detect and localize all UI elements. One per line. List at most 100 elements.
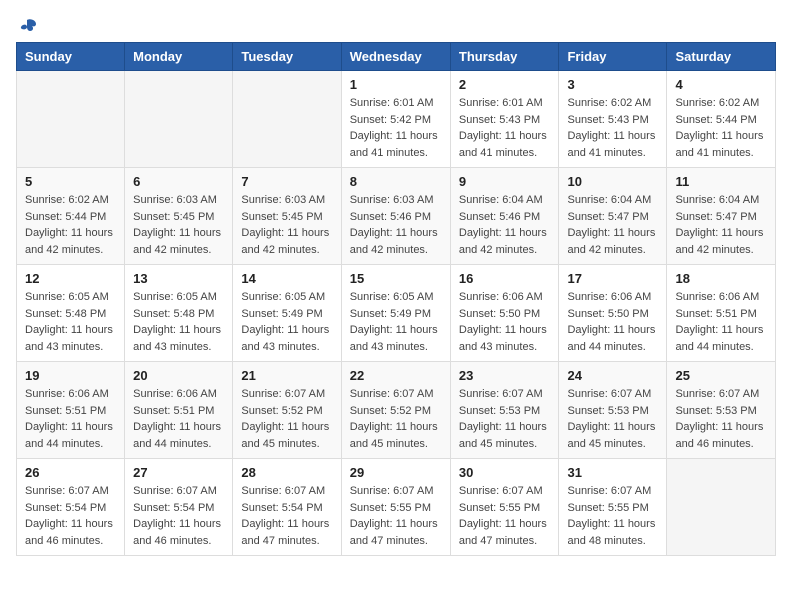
calendar-cell: 30 Sunrise: 6:07 AMSunset: 5:55 PMDayligh… [450, 459, 559, 556]
calendar-cell: 17 Sunrise: 6:06 AMSunset: 5:50 PMDayligh… [559, 265, 667, 362]
day-info-line: Sunrise: 6:07 AM [25, 483, 116, 500]
day-number: 18 [675, 271, 767, 286]
day-info-line: Sunset: 5:47 PM [567, 209, 658, 226]
day-info-line: Sunset: 5:52 PM [350, 403, 442, 420]
day-info-line: Sunrise: 6:03 AM [133, 192, 224, 209]
calendar-day-header: Friday [559, 43, 667, 71]
calendar-cell: 19Sunrise: 6:06 AMSunset: 5:51 PMDayligh… [17, 362, 125, 459]
calendar-cell: 24Sunrise: 6:07 AMSunset: 5:53 PMDayligh… [559, 362, 667, 459]
day-info: Sunrise: 6:07 AMSunset: 5:54 PMDaylight:… [133, 483, 224, 549]
day-info: Sunrise: 6:07 AMSunset: 5:53 PMDaylight:… [459, 386, 551, 452]
calendar-cell: 8Sunrise: 6:03 AMSunset: 5:46 PMDaylight… [341, 168, 450, 265]
calendar-cell [17, 71, 125, 168]
day-info-line: Sunset: 5:43 PM [567, 112, 658, 129]
day-info-line: Sunset: 5:46 PM [459, 209, 551, 226]
day-info: Sunrise: 6:07 AMSunset: 5:53 PMDaylight:… [567, 386, 658, 452]
calendar-cell: 21 Sunrise: 6:07 AMSunset: 5:52 PMDayligh… [233, 362, 341, 459]
calendar-cell: 29Sunrise: 6:07 AMSunset: 5:55 PMDayligh… [341, 459, 450, 556]
day-info-line: Sunset: 5:54 PM [241, 500, 332, 517]
calendar-day-header: Tuesday [233, 43, 341, 71]
day-info-line: Sunrise: 6:07 AM [241, 386, 332, 403]
day-info: Sunrise: 6:07 AMSunset: 5:55 PMDaylight:… [459, 483, 551, 549]
calendar-cell: 23Sunrise: 6:07 AMSunset: 5:53 PMDayligh… [450, 362, 559, 459]
calendar-cell: 11 Sunrise: 6:04 AMSunset: 5:47 PMDayligh… [667, 168, 776, 265]
day-info: Sunrise: 6:05 AMSunset: 5:49 PMDaylight:… [350, 289, 442, 355]
day-number: 25 [675, 368, 767, 383]
calendar-cell [233, 71, 341, 168]
day-info-line: Sunrise: 6:05 AM [25, 289, 116, 306]
day-info-line: Sunset: 5:46 PM [350, 209, 442, 226]
day-info-line: Sunset: 5:55 PM [350, 500, 442, 517]
calendar-cell: 13 Sunrise: 6:05 AMSunset: 5:48 PMDayligh… [125, 265, 233, 362]
day-info: Sunrise: 6:07 AMSunset: 5:53 PMDaylight:… [675, 386, 767, 452]
calendar-cell: 10Sunrise: 6:04 AMSunset: 5:47 PMDayligh… [559, 168, 667, 265]
day-info-line: Sunset: 5:51 PM [25, 403, 116, 420]
day-info-line: Sunrise: 6:07 AM [241, 483, 332, 500]
day-info-line: Sunrise: 6:05 AM [133, 289, 224, 306]
day-info-line: Sunrise: 6:07 AM [133, 483, 224, 500]
day-info-line: Daylight: 11 hours and 47 minutes. [241, 516, 332, 549]
day-info-line: Sunrise: 6:02 AM [675, 95, 767, 112]
day-info-line: Sunset: 5:54 PM [25, 500, 116, 517]
day-info: Sunrise: 6:07 AMSunset: 5:55 PMDaylight:… [567, 483, 658, 549]
day-number: 4 [675, 77, 767, 92]
day-number: 21 [241, 368, 332, 383]
day-info-line: Daylight: 11 hours and 45 minutes. [350, 419, 442, 452]
day-info: Sunrise: 6:07 AMSunset: 5:52 PMDaylight:… [241, 386, 332, 452]
day-info-line: Sunset: 5:53 PM [567, 403, 658, 420]
day-info-line: Sunset: 5:51 PM [675, 306, 767, 323]
day-number: 7 [241, 174, 332, 189]
day-info: Sunrise: 6:06 AMSunset: 5:50 PMDaylight:… [567, 289, 658, 355]
page-header [16, 16, 776, 34]
day-info: Sunrise: 6:03 AMSunset: 5:45 PMDaylight:… [133, 192, 224, 258]
day-info-line: Sunset: 5:55 PM [567, 500, 658, 517]
day-info-line: Daylight: 11 hours and 43 minutes. [133, 322, 224, 355]
calendar-cell: 7Sunrise: 6:03 AMSunset: 5:45 PMDaylight… [233, 168, 341, 265]
calendar-cell: 31Sunrise: 6:07 AMSunset: 5:55 PMDayligh… [559, 459, 667, 556]
day-info-line: Daylight: 11 hours and 47 minutes. [459, 516, 551, 549]
day-number: 30 [459, 465, 551, 480]
day-number: 12 [25, 271, 116, 286]
calendar-cell: 28Sunrise: 6:07 AMSunset: 5:54 PMDayligh… [233, 459, 341, 556]
day-info-line: Sunrise: 6:07 AM [567, 386, 658, 403]
day-info: Sunrise: 6:01 AMSunset: 5:42 PMDaylight:… [350, 95, 442, 161]
day-info: Sunrise: 6:04 AMSunset: 5:46 PMDaylight:… [459, 192, 551, 258]
calendar-day-header: Monday [125, 43, 233, 71]
day-info-line: Daylight: 11 hours and 46 minutes. [25, 516, 116, 549]
day-info-line: Daylight: 11 hours and 47 minutes. [350, 516, 442, 549]
day-info-line: Sunset: 5:44 PM [675, 112, 767, 129]
calendar-cell [667, 459, 776, 556]
day-info-line: Sunrise: 6:01 AM [459, 95, 551, 112]
calendar-cell: 26Sunrise: 6:07 AMSunset: 5:54 PMDayligh… [17, 459, 125, 556]
calendar-cell: 16Sunrise: 6:06 AMSunset: 5:50 PMDayligh… [450, 265, 559, 362]
day-info: Sunrise: 6:06 AMSunset: 5:51 PMDaylight:… [25, 386, 116, 452]
day-number: 13 [133, 271, 224, 286]
day-info: Sunrise: 6:07 AMSunset: 5:54 PMDaylight:… [25, 483, 116, 549]
calendar-cell: 22Sunrise: 6:07 AMSunset: 5:52 PMDayligh… [341, 362, 450, 459]
day-number: 5 [25, 174, 116, 189]
day-info-line: Sunset: 5:44 PM [25, 209, 116, 226]
day-number: 11 [675, 174, 767, 189]
calendar-cell: 27Sunrise: 6:07 AMSunset: 5:54 PMDayligh… [125, 459, 233, 556]
day-info-line: Sunset: 5:45 PM [133, 209, 224, 226]
day-info-line: Sunset: 5:48 PM [25, 306, 116, 323]
day-number: 29 [350, 465, 442, 480]
day-info: Sunrise: 6:04 AMSunset: 5:47 PMDaylight:… [675, 192, 767, 258]
day-number: 16 [459, 271, 551, 286]
day-info-line: Sunrise: 6:06 AM [25, 386, 116, 403]
day-info-line: Sunrise: 6:06 AM [133, 386, 224, 403]
day-info-line: Daylight: 11 hours and 41 minutes. [567, 128, 658, 161]
day-info: Sunrise: 6:01 AMSunset: 5:43 PMDaylight:… [459, 95, 551, 161]
day-number: 22 [350, 368, 442, 383]
day-number: 8 [350, 174, 442, 189]
day-info-line: Sunrise: 6:01 AM [350, 95, 442, 112]
day-info-line: Sunset: 5:48 PM [133, 306, 224, 323]
day-info-line: Sunrise: 6:07 AM [567, 483, 658, 500]
calendar-cell: 6Sunrise: 6:03 AMSunset: 5:45 PMDaylight… [125, 168, 233, 265]
day-number: 17 [567, 271, 658, 286]
day-info-line: Sunset: 5:49 PM [241, 306, 332, 323]
day-info-line: Daylight: 11 hours and 43 minutes. [459, 322, 551, 355]
calendar-week-row: 26Sunrise: 6:07 AMSunset: 5:54 PMDayligh… [17, 459, 776, 556]
day-info-line: Sunrise: 6:04 AM [459, 192, 551, 209]
day-info-line: Sunrise: 6:02 AM [25, 192, 116, 209]
